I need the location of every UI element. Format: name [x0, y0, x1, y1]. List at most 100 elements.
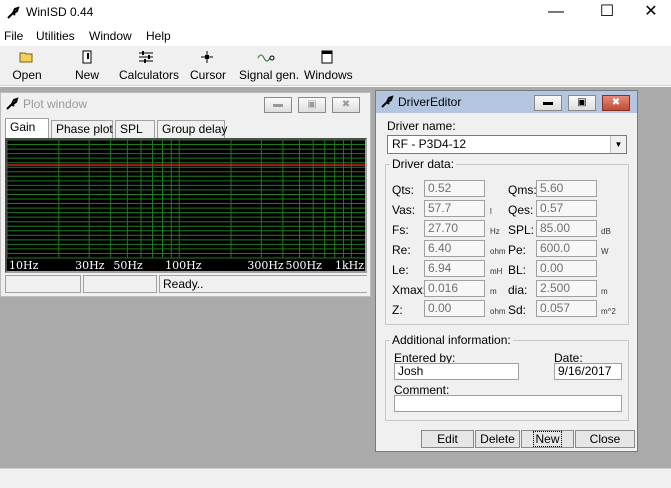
- menu-window[interactable]: Window: [89, 29, 132, 43]
- menu-bar: File Utilities Window Help: [0, 26, 671, 46]
- signal-gen-icon: [239, 50, 293, 68]
- spl-field[interactable]: 85.00: [536, 220, 597, 237]
- menu-help[interactable]: Help: [146, 29, 171, 43]
- date-field[interactable]: 9/16/2017: [554, 363, 622, 380]
- plot-window: Plot window ▬ ▣ ✖ Gain Phase plot SPL Gr…: [0, 92, 371, 297]
- driver-minimize-icon[interactable]: ▬: [534, 95, 562, 111]
- driver-close-icon[interactable]: ✖: [602, 95, 630, 111]
- gain-plot-svg: 10Hz 30Hz 50Hz 100Hz 300Hz 500Hz 1kHz: [6, 139, 365, 272]
- qes-field[interactable]: 0.57: [536, 200, 597, 217]
- driver-editor-title: DriverEditor: [398, 95, 462, 109]
- spl-unit: dB: [601, 227, 611, 236]
- entered-by-field[interactable]: Josh: [394, 363, 519, 380]
- pe-field[interactable]: 600.0: [536, 240, 597, 257]
- bl-label: BL:: [508, 263, 527, 277]
- windows-button[interactable]: Windows: [304, 50, 353, 82]
- sd-field[interactable]: 0.057: [536, 300, 597, 317]
- close-icon[interactable]: ✕: [628, 0, 671, 26]
- status-panel-2: [83, 275, 157, 293]
- sd-unit: m^2: [601, 307, 616, 316]
- new-button-label: New: [74, 68, 99, 82]
- plot-restore-icon[interactable]: ▣: [298, 97, 326, 113]
- plot-close-icon[interactable]: ✖: [332, 97, 360, 113]
- cursor-icon: [190, 50, 224, 68]
- re-label: Re:: [392, 243, 411, 257]
- open-folder-icon: [10, 50, 44, 68]
- pe-unit: W: [601, 247, 609, 256]
- vas-unit: l: [490, 207, 492, 216]
- xmax-field[interactable]: 0.016: [424, 280, 485, 297]
- close-button[interactable]: Close: [575, 430, 635, 448]
- windows-button-label: Windows: [304, 68, 353, 82]
- fs-label: Fs:: [392, 223, 409, 237]
- fs-unit: Hz: [490, 227, 500, 236]
- edit-button[interactable]: Edit: [421, 430, 474, 448]
- bottom-strip: [0, 468, 671, 488]
- new-driver-button[interactable]: New: [521, 430, 574, 448]
- comment-field[interactable]: [394, 395, 622, 412]
- menu-file[interactable]: File: [4, 29, 23, 43]
- z-unit: ohm: [490, 307, 506, 316]
- qts-field[interactable]: 0.52: [424, 180, 485, 197]
- driver-editor-caption[interactable]: DriverEditor ▬ ▣ ✖: [376, 91, 637, 113]
- fs-field[interactable]: 27.70: [424, 220, 485, 237]
- gain-plot-area[interactable]: 10Hz 30Hz 50Hz 100Hz 300Hz 500Hz 1kHz: [5, 138, 367, 273]
- driver-name-select[interactable]: RF - P3D4-12 ▼: [387, 135, 627, 154]
- xmax-unit: m: [490, 287, 497, 296]
- pe-label: Pe:: [508, 243, 527, 257]
- le-field[interactable]: 6.94: [424, 260, 485, 277]
- spl-label: SPL:: [508, 223, 535, 237]
- x-tick-label: 500Hz: [286, 259, 323, 271]
- new-button[interactable]: New: [72, 50, 102, 82]
- toolbar: Open New Calculators Cursor Signal gen. …: [0, 46, 671, 86]
- signal-gen-button[interactable]: Signal gen.: [239, 50, 300, 82]
- driver-name-label: Driver name:: [387, 119, 456, 133]
- re-field[interactable]: 6.40: [424, 240, 485, 257]
- new-driver-button-label: New: [533, 431, 562, 447]
- calculators-button[interactable]: Calculators: [119, 50, 180, 82]
- minimize-icon[interactable]: —: [533, 0, 579, 26]
- x-tick-label: 1kHz: [335, 259, 364, 271]
- plot-window-title: Plot window: [23, 97, 88, 111]
- additional-info-label: Additional information:: [392, 333, 511, 347]
- x-tick-label: 300Hz: [247, 259, 284, 271]
- signal-gen-button-label: Signal gen.: [239, 68, 300, 82]
- plot-window-caption[interactable]: Plot window ▬ ▣ ✖: [1, 93, 370, 115]
- driver-restore-icon[interactable]: ▣: [568, 95, 596, 111]
- tab-spl[interactable]: SPL: [115, 120, 155, 138]
- calculators-button-label: Calculators: [119, 68, 180, 82]
- vas-field[interactable]: 57.7: [424, 200, 485, 217]
- calculators-icon: [119, 50, 173, 68]
- driver-editor-window: DriverEditor ▬ ▣ ✖ Driver name: RF - P3D…: [375, 90, 638, 452]
- z-field[interactable]: 0.00: [424, 300, 485, 317]
- qes-label: Qes:: [508, 203, 534, 217]
- windows-icon: [304, 50, 350, 68]
- x-tick-label: 100Hz: [165, 259, 202, 271]
- delete-button-label: Delete: [480, 432, 515, 446]
- status-panel-1: [5, 275, 81, 293]
- plot-minimize-icon[interactable]: ▬: [264, 97, 292, 113]
- dia-unit: m: [601, 287, 608, 296]
- x-tick-label: 10Hz: [9, 259, 39, 271]
- tab-phase-plot[interactable]: Phase plot: [51, 120, 113, 138]
- cursor-button[interactable]: Cursor: [190, 50, 226, 82]
- status-panel-ready: Ready..: [159, 275, 367, 293]
- delete-button[interactable]: Delete: [475, 430, 520, 448]
- x-tick-label: 50Hz: [113, 259, 143, 271]
- le-label: Le:: [392, 263, 409, 277]
- menu-utilities[interactable]: Utilities: [36, 29, 75, 43]
- qms-field[interactable]: 5.60: [536, 180, 597, 197]
- driver-data-label: Driver data:: [392, 157, 455, 171]
- window-title: WinISD 0.44: [26, 5, 94, 19]
- driver-editor-icon: [381, 95, 394, 108]
- bl-field[interactable]: 0.00: [536, 260, 597, 277]
- driver-name-value: RF - P3D4-12: [392, 137, 467, 151]
- maximize-icon[interactable]: ☐: [584, 0, 630, 26]
- chevron-down-icon[interactable]: ▼: [610, 136, 626, 153]
- tab-group-delay[interactable]: Group delay: [157, 120, 227, 138]
- open-button[interactable]: Open: [10, 50, 44, 82]
- le-unit: mH: [490, 267, 503, 276]
- tab-gain[interactable]: Gain: [5, 118, 49, 138]
- dia-field[interactable]: 2.500: [536, 280, 597, 297]
- z-label: Z:: [392, 303, 403, 317]
